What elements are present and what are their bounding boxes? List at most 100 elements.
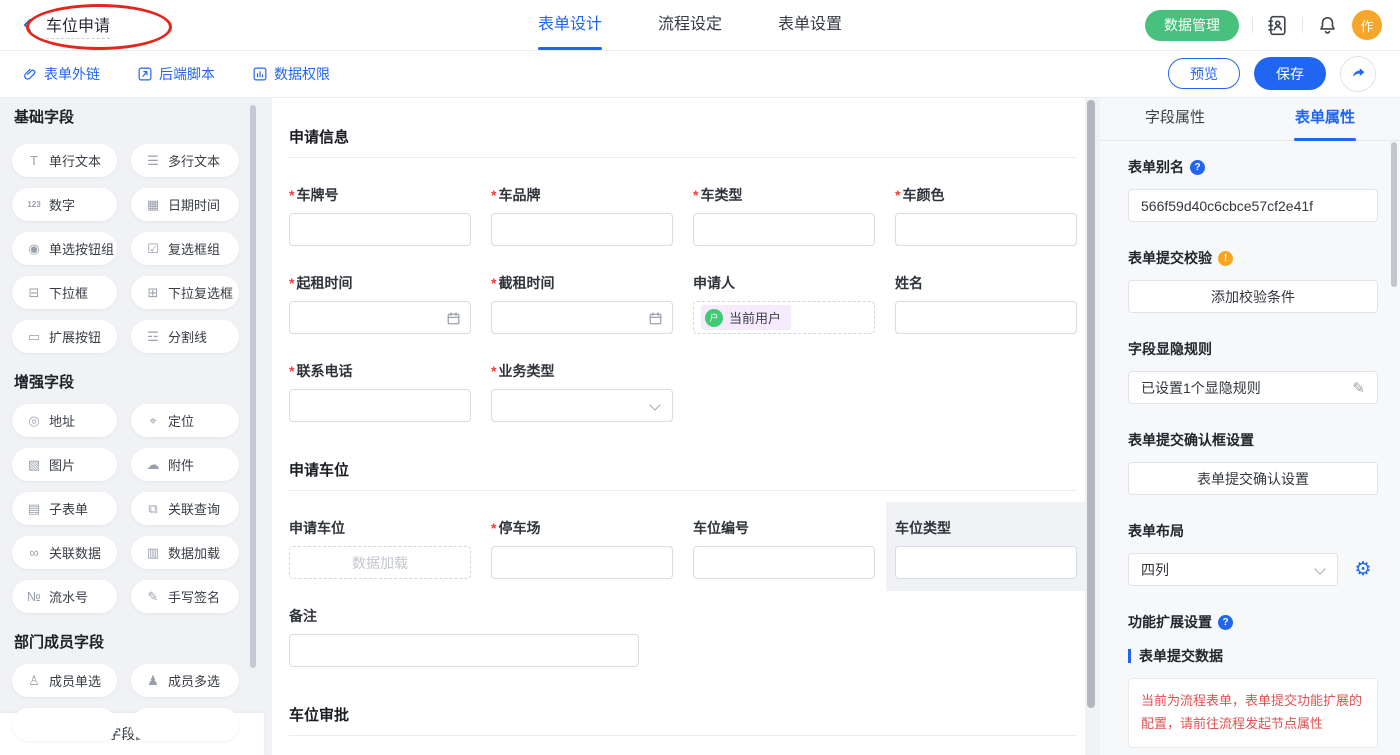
- data-permission-link[interactable]: 数据权限: [252, 64, 330, 84]
- field-control-date[interactable]: [289, 301, 471, 334]
- layout-value: 四列: [1141, 560, 1169, 580]
- canvas-scrollbar[interactable]: [1087, 100, 1095, 708]
- palette-item-extend-button[interactable]: ▭扩展按钮: [12, 320, 117, 353]
- tab-form-properties[interactable]: 表单属性: [1250, 97, 1400, 140]
- field-label-row: 姓名: [895, 273, 1077, 293]
- section-divider: [289, 735, 1077, 736]
- palette-item-linked-data[interactable]: ∞关联数据: [12, 536, 117, 569]
- canvas-field-申请人[interactable]: 申请人户当前用户: [693, 273, 875, 334]
- palette-item-location[interactable]: ⌖定位: [131, 404, 239, 437]
- backend-script-link[interactable]: 后端脚本: [137, 64, 215, 84]
- gear-icon[interactable]: ⚙: [1348, 553, 1378, 586]
- field-control-input[interactable]: [491, 546, 673, 579]
- extend-button-icon: ▭: [26, 329, 42, 345]
- palette-item-member-multi[interactable]: ♟成员多选: [131, 664, 239, 697]
- field-control-input[interactable]: [289, 634, 639, 667]
- palette-item-select[interactable]: ⊟下拉框: [12, 276, 117, 309]
- link-label: 表单外链: [44, 64, 100, 84]
- canvas-field-停车场[interactable]: *停车场: [491, 518, 673, 579]
- top-header: 车位申请 表单设计 流程设定 表单设置 数据管理: [0, 0, 1400, 51]
- palette-item-multi-select[interactable]: ⊞下拉复选框: [131, 276, 239, 309]
- field-control-input[interactable]: [693, 546, 875, 579]
- submit-confirm-group: 表单提交确认框设置 表单提交确认设置: [1128, 430, 1378, 495]
- current-user-tag[interactable]: 户当前用户: [701, 305, 791, 330]
- preview-button[interactable]: 预览: [1168, 58, 1240, 89]
- palette-item-label: 关联数据: [49, 543, 101, 562]
- field-control-select[interactable]: [491, 389, 673, 422]
- palette-item-number[interactable]: 123数字: [12, 188, 117, 221]
- palette-item-image[interactable]: ▧图片: [12, 448, 117, 481]
- palette-item-label: 手写签名: [168, 587, 220, 606]
- palette-item-signature[interactable]: ✎手写签名: [131, 580, 239, 613]
- canvas-field-姓名[interactable]: 姓名: [895, 273, 1077, 334]
- save-button[interactable]: 保存: [1254, 57, 1326, 90]
- form-external-link[interactable]: 表单外链: [22, 64, 100, 84]
- palette-item-divider-line[interactable]: ☲分割线: [131, 320, 239, 353]
- submit-confirm-button[interactable]: 表单提交确认设置: [1128, 462, 1378, 495]
- canvas-field-车类型[interactable]: *车类型: [693, 185, 875, 246]
- field-control-input[interactable]: [895, 546, 1077, 579]
- palette-item-member-single[interactable]: ♙成员单选: [12, 664, 117, 697]
- canvas-field-业务类型[interactable]: *业务类型: [491, 361, 673, 422]
- address-book-icon[interactable]: [1266, 14, 1289, 37]
- edit-icon[interactable]: ✎: [1352, 379, 1365, 397]
- field-label-row: 车位类型: [895, 518, 1077, 538]
- visibility-rules-box[interactable]: 已设置1个显隐规则 ✎: [1128, 371, 1378, 404]
- field-control-input[interactable]: [895, 213, 1077, 246]
- tab-form-design[interactable]: 表单设计: [538, 0, 602, 50]
- canvas-field-起租时间[interactable]: *起租时间: [289, 273, 471, 334]
- bell-icon[interactable]: [1316, 14, 1339, 37]
- canvas-field-车位编号[interactable]: 车位编号: [693, 518, 875, 579]
- field-control-dataload[interactable]: 数据加载: [289, 546, 471, 579]
- field-control-input[interactable]: [289, 213, 471, 246]
- add-validation-button[interactable]: 添加校验条件: [1128, 280, 1378, 313]
- palette-item-attachment[interactable]: ☁附件: [131, 448, 239, 481]
- subform-icon: ▤: [26, 501, 42, 517]
- form-row: 申请车位数据加载 *停车场车位编号车位类型: [289, 518, 1077, 579]
- form-alias-input[interactable]: 566f59d40c6cbce57cf2e41f: [1128, 189, 1378, 222]
- field-label-row: *业务类型: [491, 361, 673, 381]
- label-text: 表单别名: [1128, 157, 1184, 177]
- warning-icon[interactable]: !: [1218, 251, 1233, 266]
- required-asterisk: *: [693, 185, 698, 205]
- palette-group-title: 基础字段: [14, 106, 74, 127]
- tab-field-properties[interactable]: 字段属性: [1100, 97, 1250, 140]
- canvas-field-备注[interactable]: 备注: [289, 606, 639, 667]
- canvas-field-截租时间[interactable]: *截租时间: [491, 273, 673, 334]
- panel-scrollbar[interactable]: [1391, 142, 1397, 287]
- palette-item-serial-number[interactable]: №流水号: [12, 580, 117, 613]
- user-avatar[interactable]: 作: [1352, 10, 1382, 40]
- canvas-field-车品牌[interactable]: *车品牌: [491, 185, 673, 246]
- field-control-input[interactable]: [693, 213, 875, 246]
- field-label-row: *车品牌: [491, 185, 673, 205]
- tab-form-setting[interactable]: 表单设置: [778, 0, 842, 50]
- canvas-field-车位类型[interactable]: 车位类型: [895, 518, 1077, 579]
- field-control-input[interactable]: [289, 389, 471, 422]
- palette-item-single-line-text[interactable]: T单行文本: [12, 144, 117, 177]
- field-control-user[interactable]: 户当前用户: [693, 301, 875, 334]
- palette-scrollbar[interactable]: [250, 105, 256, 668]
- palette-item-linked-query[interactable]: ⧉关联查询: [131, 492, 239, 525]
- palette-item-address[interactable]: ◎地址: [12, 404, 117, 437]
- share-button[interactable]: [1340, 56, 1376, 92]
- canvas-field-联系电话[interactable]: *联系电话: [289, 361, 471, 422]
- tab-flow-setting[interactable]: 流程设定: [658, 0, 722, 50]
- field-control-input[interactable]: [491, 213, 673, 246]
- palette-item-datetime[interactable]: ▦日期时间: [131, 188, 239, 221]
- field-control-input[interactable]: [895, 301, 1077, 334]
- field-control-date[interactable]: [491, 301, 673, 334]
- palette-item-data-load[interactable]: ▥数据加载: [131, 536, 239, 569]
- palette-item-subform[interactable]: ▤子表单: [12, 492, 117, 525]
- back-icon[interactable]: [20, 17, 36, 33]
- divider: [1252, 17, 1253, 33]
- layout-select[interactable]: 四列: [1128, 553, 1338, 586]
- canvas-field-车牌号[interactable]: *车牌号: [289, 185, 471, 246]
- data-manage-button[interactable]: 数据管理: [1145, 10, 1239, 41]
- help-icon[interactable]: ?: [1190, 160, 1205, 175]
- palette-item-checkbox-group[interactable]: ☑复选框组: [131, 232, 239, 265]
- palette-item-multi-line-text[interactable]: ☰多行文本: [131, 144, 239, 177]
- canvas-field-申请车位[interactable]: 申请车位数据加载: [289, 518, 471, 579]
- palette-item-radio-group[interactable]: ◉单选按钮组: [12, 232, 117, 265]
- canvas-field-车颜色[interactable]: *车颜色: [895, 185, 1077, 246]
- help-icon[interactable]: ?: [1218, 615, 1233, 630]
